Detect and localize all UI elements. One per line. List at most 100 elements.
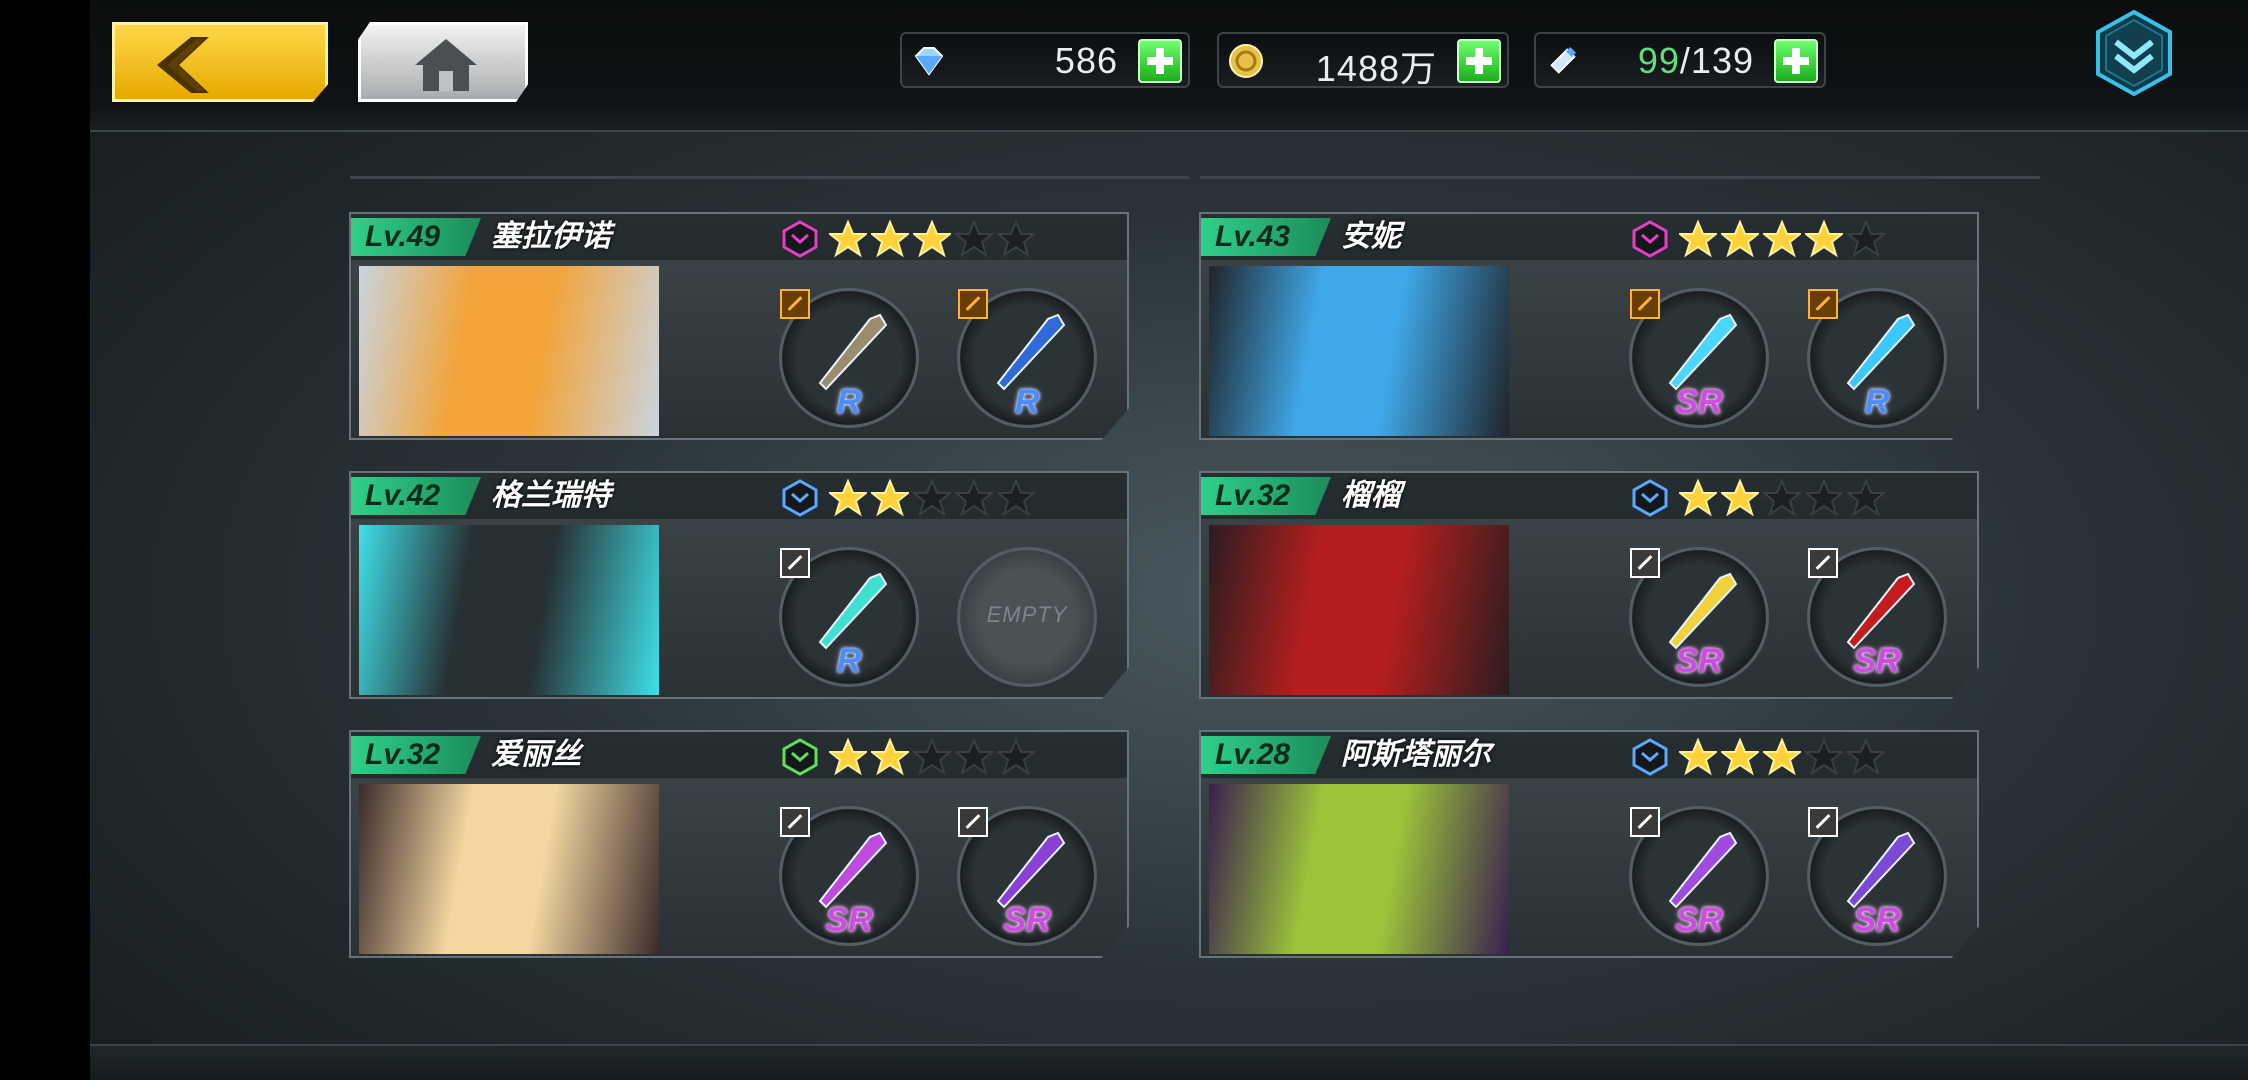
star-empty-icon [997, 738, 1035, 776]
class-hexagon-icon [782, 738, 818, 776]
level-badge: Lv.32 [351, 736, 481, 774]
equipment-slot[interactable]: SR [1807, 547, 1947, 687]
rarity-label: SR [1853, 901, 1901, 939]
star-filled-icon [1763, 738, 1801, 776]
star-filled-icon [871, 479, 909, 517]
equipment-slot[interactable]: R [1807, 288, 1947, 428]
rarity-label: R [836, 642, 862, 680]
gold-value: 1488万 [1315, 48, 1437, 89]
stamina-max: 139 [1690, 40, 1754, 81]
menu-dropdown-button[interactable] [2094, 10, 2174, 96]
character-portrait [1209, 784, 1509, 954]
level-badge: Lv.42 [351, 477, 481, 515]
level-badge: Lv.49 [351, 218, 481, 256]
rarity-label: SR [1675, 901, 1723, 939]
back-arrow-icon [157, 37, 209, 93]
character-card[interactable]: Lv.49 塞拉伊诺 R R [349, 212, 1129, 440]
equipment-slot[interactable]: R [779, 547, 919, 687]
rarity-label: SR [1853, 642, 1901, 680]
star-filled-icon [829, 738, 867, 776]
star-filled-icon [871, 220, 909, 258]
character-card[interactable]: Lv.28 阿斯塔丽尔 SR SR [1199, 730, 1979, 958]
rarity-label: SR [1675, 383, 1723, 421]
equipment-slot[interactable]: SR [1629, 806, 1769, 946]
add-gold-button[interactable] [1457, 39, 1501, 83]
character-portrait [1209, 525, 1509, 695]
class-hexagon-icon [782, 479, 818, 517]
level-badge: Lv.32 [1201, 477, 1331, 515]
star-rating [829, 738, 1035, 776]
diamond-icon [914, 47, 944, 76]
equipment-slot[interactable]: SR [1629, 288, 1769, 428]
class-hexagon-icon [782, 220, 818, 258]
character-portrait [359, 525, 659, 695]
star-empty-icon [1805, 738, 1843, 776]
diamond-value: 586 [1054, 40, 1118, 81]
star-empty-icon [1847, 738, 1885, 776]
star-filled-icon [1721, 738, 1759, 776]
list-top-divider-left [350, 176, 1190, 179]
diamond-counter: 586 [900, 32, 1190, 88]
level-badge: Lv.43 [1201, 218, 1331, 256]
stamina-current: 99 [1637, 40, 1680, 81]
character-portrait [359, 266, 659, 436]
equipment-slot[interactable]: R [957, 288, 1097, 428]
star-rating [829, 479, 1035, 517]
character-card[interactable]: Lv.32 爱丽丝 SR SR [349, 730, 1129, 958]
star-filled-icon [1721, 220, 1759, 258]
star-filled-icon [1679, 479, 1717, 517]
character-portrait [359, 784, 659, 954]
character-name: 格兰瑞特 [491, 479, 611, 512]
add-diamond-button[interactable] [1138, 39, 1182, 83]
empty-equipment-slot[interactable]: EMPTY [957, 547, 1097, 687]
star-filled-icon [913, 220, 951, 258]
stamina-counter: 99/139 [1534, 32, 1826, 88]
star-empty-icon [1805, 479, 1843, 517]
star-filled-icon [829, 479, 867, 517]
star-rating [1679, 479, 1885, 517]
star-rating [829, 220, 1035, 258]
star-filled-icon [1763, 220, 1801, 258]
character-name: 阿斯塔丽尔 [1341, 738, 1491, 771]
rarity-label: SR [825, 901, 873, 939]
stamina-separator: / [1679, 40, 1691, 81]
rarity-label: SR [1675, 642, 1723, 680]
character-name: 爱丽丝 [491, 738, 581, 771]
level-badge: Lv.28 [1201, 736, 1331, 774]
add-stamina-button[interactable] [1774, 39, 1818, 83]
gold-coin-icon [1229, 44, 1263, 78]
star-empty-icon [913, 479, 951, 517]
character-card[interactable]: Lv.43 安妮 SR R [1199, 212, 1979, 440]
star-empty-icon [997, 220, 1035, 258]
star-filled-icon [1679, 738, 1717, 776]
equipment-slot[interactable]: SR [779, 806, 919, 946]
home-button[interactable] [358, 22, 528, 102]
equipment-slot[interactable]: SR [1629, 547, 1769, 687]
rarity-label: R [836, 383, 862, 421]
star-empty-icon [913, 738, 951, 776]
equipment-slot[interactable]: R [779, 288, 919, 428]
character-name: 塞拉伊诺 [491, 220, 611, 253]
equipment-slot[interactable]: SR [957, 806, 1097, 946]
star-rating [1679, 220, 1885, 258]
star-filled-icon [871, 738, 909, 776]
stamina-value: 99/139 [1638, 40, 1754, 82]
star-empty-icon [1763, 479, 1801, 517]
star-filled-icon [1805, 220, 1843, 258]
character-card[interactable]: Lv.42 格兰瑞特 R EMPTY [349, 471, 1129, 699]
gold-counter: 1488万 [1217, 32, 1509, 89]
list-top-divider-right [1200, 176, 2040, 179]
empty-slot-label: EMPTY [986, 602, 1068, 627]
home-icon [415, 39, 477, 91]
equipment-slot[interactable]: SR [1807, 806, 1947, 946]
star-empty-icon [1847, 479, 1885, 517]
star-rating [1679, 738, 1885, 776]
class-hexagon-icon [1632, 479, 1668, 517]
star-filled-icon [829, 220, 867, 258]
star-empty-icon [1847, 220, 1885, 258]
character-card[interactable]: Lv.32 榴榴 SR SR [1199, 471, 1979, 699]
back-button[interactable] [112, 22, 328, 102]
star-empty-icon [997, 479, 1035, 517]
character-name: 榴榴 [1341, 479, 1401, 512]
class-hexagon-icon [1632, 738, 1668, 776]
